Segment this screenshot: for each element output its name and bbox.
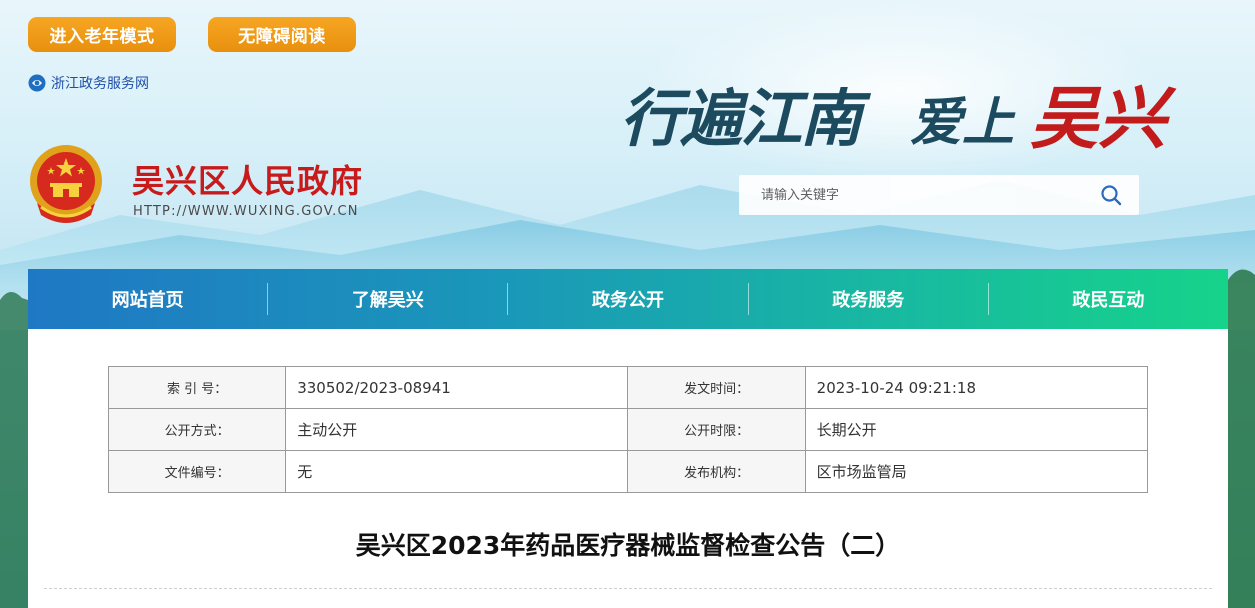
document-meta-table: 索 引 号： 330502/2023-08941 发文时间： 2023-10-2… (107, 366, 1149, 493)
meta-label-issuing-agency: 发布机构： (627, 450, 806, 493)
article-content: 索 引 号： 330502/2023-08941 发文时间： 2023-10-2… (28, 329, 1228, 608)
national-emblem-icon (30, 145, 102, 223)
meta-value-index-number: 330502/2023-08941 (285, 366, 629, 409)
search-input[interactable] (739, 175, 1083, 215)
slogan-part3: 吴兴 (1030, 79, 1177, 159)
meta-value-disclosure-period: 长期公开 (804, 408, 1149, 451)
meta-value-publish-time: 2023-10-24 09:21:18 (804, 366, 1149, 409)
table-row: 文件编号： 无 发布机构： 区市场监管局 (107, 450, 1149, 493)
site-url: HTTP://WWW.WUXING.GOV.CN (133, 204, 359, 219)
meta-value-disclosure-method: 主动公开 (285, 408, 629, 451)
table-row: 索 引 号： 330502/2023-08941 发文时间： 2023-10-2… (107, 366, 1149, 409)
table-row: 公开方式： 主动公开 公开时限： 长期公开 (107, 408, 1149, 451)
elder-mode-button[interactable]: 进入老年模式 (28, 17, 176, 52)
document-title: 吴兴区2023年药品医疗器械监督检查公告（二） (355, 531, 901, 560)
meta-label-disclosure-method: 公开方式： (107, 408, 287, 451)
nav-item-public-interaction[interactable]: 政民互动 (989, 269, 1228, 329)
divider (44, 588, 1212, 589)
zhejiang-service-logo-icon (28, 74, 46, 92)
site-title: 吴兴区人民政府 (132, 162, 364, 200)
meta-value-document-number: 无 (285, 450, 629, 493)
search-box (739, 175, 1139, 215)
meta-label-publish-time: 发文时间： (627, 366, 806, 409)
main-nav: 网站首页 了解吴兴 政务公开 政务服务 政民互动 (28, 269, 1228, 329)
zhejiang-gov-service-link[interactable]: 浙江政务服务网 (28, 73, 149, 93)
nav-item-about-wuxing[interactable]: 了解吴兴 (268, 269, 507, 329)
zhejiang-gov-service-label: 浙江政务服务网 (51, 76, 149, 92)
meta-label-disclosure-period: 公开时限： (627, 408, 806, 451)
meta-value-issuing-agency: 区市场监管局 (804, 450, 1149, 493)
slogan-part2: 爱上 (910, 92, 1016, 153)
nav-item-gov-affairs-disclosure[interactable]: 政务公开 (508, 269, 747, 329)
slogan-banner: 行遍江南 爱上 吴兴 (620, 79, 1177, 159)
nav-item-gov-services[interactable]: 政务服务 (749, 269, 988, 329)
search-icon (1101, 185, 1122, 206)
meta-label-index-number: 索 引 号： (107, 366, 287, 409)
accessible-reading-button[interactable]: 无障碍阅读 (208, 17, 356, 52)
nav-item-home[interactable]: 网站首页 (28, 269, 267, 329)
search-button[interactable] (1083, 175, 1139, 215)
slogan-part1: 行遍江南 (620, 82, 872, 155)
meta-label-document-number: 文件编号： (107, 450, 287, 493)
